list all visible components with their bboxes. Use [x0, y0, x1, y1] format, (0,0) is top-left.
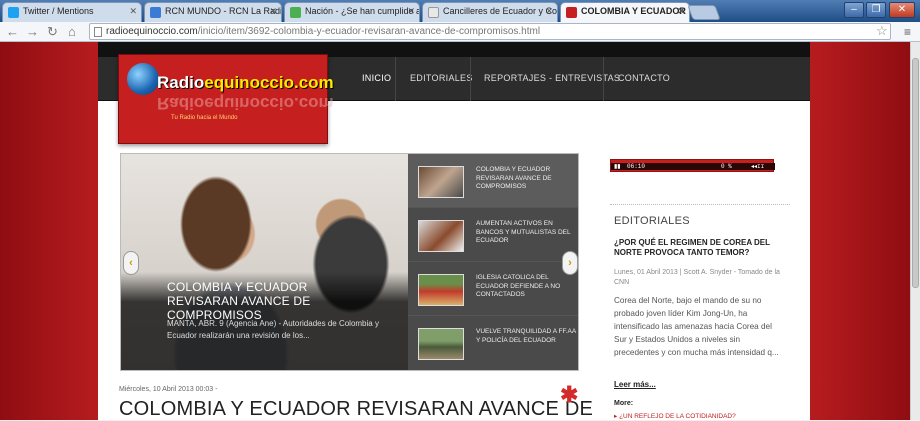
volume-icon[interactable]: ◂◂ɪɪ — [751, 163, 764, 170]
logo-slogan: Tu Radio hacia el Mundo — [171, 115, 238, 121]
thumbnail-image — [418, 220, 464, 252]
asterisk-icon: ✱ — [560, 382, 579, 407]
slider-prev-button[interactable]: ‹ — [123, 251, 139, 275]
slider-item-title: VUELVE TRANQUILIDAD A FF.AA Y POLICÍA DE… — [476, 328, 576, 344]
close-icon[interactable]: ✕ — [545, 6, 553, 17]
article-date: Miércoles, 10 Abril 2013 00:03 - — [119, 386, 218, 393]
slider-excerpt: MANTA, ABR. 9 (Agencia Ane) - Autoridade… — [167, 319, 379, 340]
radio-player[interactable]: ▮▮ 06:10 0 % ◂◂ɪɪ — [610, 159, 775, 172]
editorial-title[interactable]: ¿POR QUÉ EL REGIMEN DE COREA DEL NORTE P… — [614, 238, 786, 258]
slider-item-title: IGLESIA CATOLICA DEL ECUADOR DEFIENDE A … — [476, 274, 561, 298]
more-link-label: ¿UN REFLEJO DE LA COTIDIANIDAD? — [619, 413, 736, 420]
slider-item-title: COLOMBIA Y ECUADOR REVISARAN AVANCE DE C… — [476, 166, 552, 190]
tab-label: RCN MUNDO - RCN La Radio — [165, 6, 282, 16]
twitter-icon — [8, 7, 19, 18]
slider-item[interactable]: AUMENTAN ACTIVOS EN BANCOS Y MUTUALISTAS… — [408, 208, 578, 262]
page-icon — [94, 27, 102, 37]
home-icon[interactable]: ⌂ — [68, 24, 76, 39]
minimize-button[interactable]: – — [844, 2, 864, 18]
page-scrollbar[interactable] — [910, 42, 920, 420]
address-bar[interactable]: radioequinoccio.com/inicio/item/3692-col… — [89, 23, 891, 40]
close-icon[interactable]: ✕ — [269, 6, 277, 17]
nacion-icon — [290, 7, 301, 18]
slider-item[interactable]: IGLESIA CATOLICA DEL ECUADOR DEFIENDE A … — [408, 262, 578, 316]
site-container: INICIO EDITORIALES REPORTAJES - ENTREVIS… — [98, 42, 810, 420]
editorial-meta: Lunes, 01 Abril 2013 | Scott A. Snyder -… — [614, 269, 780, 286]
tab-nacion[interactable]: Nación - ¿Se han cumplido ac ✕ — [284, 2, 420, 22]
forward-icon[interactable]: → — [26, 24, 39, 39]
slider-item[interactable]: COLOMBIA Y ECUADOR REVISARAN AVANCE DE C… — [408, 154, 578, 208]
read-more-link[interactable]: Leer más... — [614, 380, 656, 389]
thumbnail-image — [418, 166, 464, 198]
nav-contacto[interactable]: CONTACTO — [618, 73, 670, 83]
tab-label: COLOMBIA Y ECUADOR REV — [581, 6, 689, 16]
tab-cancilleres[interactable]: Cancilleres de Ecuador y Col ✕ — [422, 2, 558, 22]
news-slider: COLOMBIA Y ECUADOR REVISARAN AVANCE DE C… — [120, 153, 579, 371]
scrollbar-thumb[interactable] — [912, 58, 919, 288]
editorial-excerpt: Corea del Norte, bajo el mando de su no … — [614, 296, 779, 357]
new-tab-button[interactable] — [687, 5, 721, 20]
url-path: /inicio/item/3692-colombia-y-ecuador-rev… — [197, 26, 541, 37]
slider-item-title: AUMENTAN ACTIVOS EN BANCOS Y MUTUALISTAS… — [476, 220, 571, 244]
nav-inicio[interactable]: INICIO — [362, 73, 391, 83]
player-volume: 0 % — [721, 163, 732, 170]
nav-editoriales[interactable]: EDITORIALES — [410, 73, 473, 83]
tab-twitter[interactable]: Twitter / Mentions ✕ — [2, 2, 142, 22]
radioequinoccio-icon — [566, 7, 577, 18]
maximize-button[interactable]: ❐ — [866, 2, 886, 18]
back-icon[interactable]: ← — [6, 24, 19, 39]
thumbnail-image — [418, 328, 464, 360]
logo-reflection: Radioequinoccio.com — [157, 93, 334, 113]
sidebar-heading: EDITORIALES — [614, 215, 690, 227]
bookmark-star-icon[interactable]: ☆ — [876, 23, 888, 39]
slider-title[interactable]: COLOMBIA Y ECUADOR REVISARAN AVANCE DE C… — [167, 280, 377, 322]
nav-divider — [395, 57, 396, 101]
reload-icon[interactable]: ↻ — [47, 24, 58, 39]
player-time: 06:10 — [627, 163, 646, 170]
rcn-icon — [150, 7, 161, 18]
sidebar-divider — [610, 204, 790, 206]
nav-divider — [470, 57, 471, 101]
logo-text: Radioequinoccio.com — [157, 73, 334, 93]
article-title: COLOMBIA Y ECUADOR REVISARAN AVANCE DE — [119, 398, 594, 420]
logo-text-domain: equinoccio.com — [204, 73, 334, 92]
browser-titlebar: Twitter / Mentions ✕ RCN MUNDO - RCN La … — [0, 0, 920, 23]
close-icon[interactable]: ✕ — [129, 6, 137, 17]
page-background: INICIO EDITORIALES REPORTAJES - ENTREVIS… — [0, 42, 910, 420]
menu-icon[interactable]: ≡ — [904, 25, 911, 39]
close-icon[interactable]: ✕ — [407, 6, 415, 17]
slider-thumbnail-list: COLOMBIA Y ECUADOR REVISARAN AVANCE DE C… — [408, 154, 578, 370]
tab-label: Cancilleres de Ecuador y Col — [443, 6, 558, 16]
site-logo[interactable]: Radioequinoccio.com Radioequinoccio.com … — [118, 54, 334, 144]
close-icon[interactable]: ✕ — [677, 6, 685, 17]
tab-label: Nación - ¿Se han cumplido ac — [305, 6, 420, 16]
url-domain: radioequinoccio.com — [106, 26, 198, 37]
browser-toolbar: ← → ↻ ⌂ radioequinoccio.com/inicio/item/… — [0, 22, 920, 42]
logo-text-radio: Radio — [157, 73, 205, 92]
nav-divider — [603, 57, 604, 101]
play-icon[interactable]: ▮▮ — [614, 163, 621, 170]
thumbnail-image — [418, 274, 464, 306]
tab-colombia-ecuador[interactable]: COLOMBIA Y ECUADOR REV ✕ — [560, 2, 690, 23]
slider-next-button[interactable]: › — [562, 251, 578, 275]
slider-item[interactable]: VUELVE TRANQUILIDAD A FF.AA Y POLICÍA DE… — [408, 316, 578, 370]
logo-reflection-radio: Radio — [157, 94, 205, 113]
nav-reportajes[interactable]: REPORTAJES - ENTREVISTAS — [484, 73, 620, 83]
close-window-button[interactable]: ✕ — [889, 2, 915, 18]
globe-icon — [127, 63, 159, 95]
tab-rcn[interactable]: RCN MUNDO - RCN La Radio ✕ — [144, 2, 282, 22]
page-icon — [428, 7, 439, 18]
more-link[interactable]: ▸ ¿UN REFLEJO DE LA COTIDIANIDAD? — [614, 412, 736, 420]
tab-label: Twitter / Mentions — [23, 6, 94, 16]
more-heading: More: — [614, 400, 634, 407]
logo-reflection-domain: equinoccio.com — [204, 94, 334, 113]
